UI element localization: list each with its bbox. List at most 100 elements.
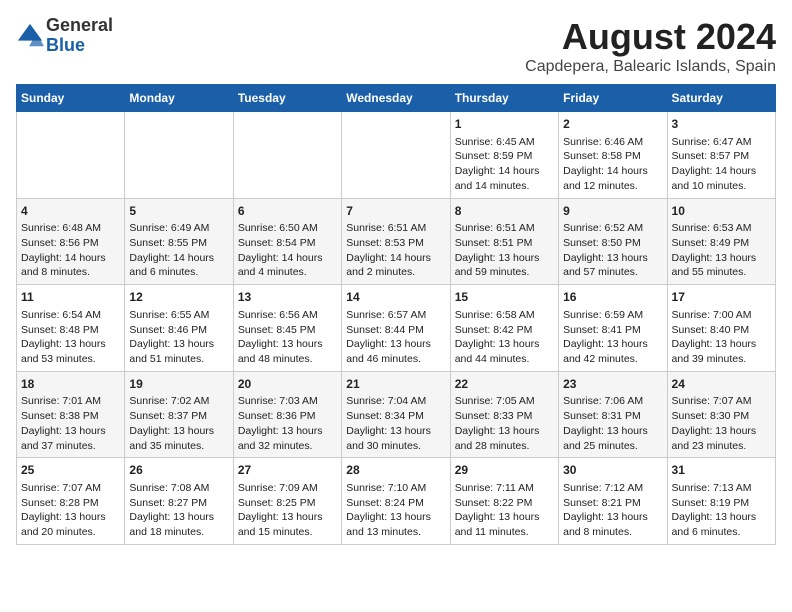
calendar-cell: 31Sunrise: 7:13 AMSunset: 8:19 PMDayligh…: [667, 458, 775, 545]
calendar-cell: 1Sunrise: 6:45 AMSunset: 8:59 PMDaylight…: [450, 112, 558, 199]
sunrise-text: Sunrise: 7:09 AM: [238, 481, 337, 496]
sunrise-text: Sunrise: 7:01 AM: [21, 394, 120, 409]
logo: General Blue: [16, 16, 113, 56]
daylight-text: Daylight: 13 hours and 55 minutes.: [672, 251, 771, 280]
daylight-text: Daylight: 13 hours and 42 minutes.: [563, 337, 662, 366]
day-number: 25: [21, 462, 120, 479]
daylight-text: Daylight: 13 hours and 11 minutes.: [455, 510, 554, 539]
logo-text: General Blue: [46, 16, 113, 56]
day-number: 26: [129, 462, 228, 479]
daylight-text: Daylight: 13 hours and 57 minutes.: [563, 251, 662, 280]
sunrise-text: Sunrise: 6:58 AM: [455, 308, 554, 323]
sunset-text: Sunset: 8:51 PM: [455, 236, 554, 251]
day-number: 16: [563, 289, 662, 306]
daylight-text: Daylight: 13 hours and 51 minutes.: [129, 337, 228, 366]
calendar-cell: [125, 112, 233, 199]
logo-icon: [16, 22, 44, 50]
calendar-cell: 6Sunrise: 6:50 AMSunset: 8:54 PMDaylight…: [233, 198, 341, 285]
sunset-text: Sunset: 8:38 PM: [21, 409, 120, 424]
day-number: 12: [129, 289, 228, 306]
sunrise-text: Sunrise: 7:13 AM: [672, 481, 771, 496]
calendar-cell: 2Sunrise: 6:46 AMSunset: 8:58 PMDaylight…: [559, 112, 667, 199]
daylight-text: Daylight: 13 hours and 20 minutes.: [21, 510, 120, 539]
calendar-cell: 29Sunrise: 7:11 AMSunset: 8:22 PMDayligh…: [450, 458, 558, 545]
daylight-text: Daylight: 13 hours and 8 minutes.: [563, 510, 662, 539]
sunrise-text: Sunrise: 6:45 AM: [455, 135, 554, 150]
sunset-text: Sunset: 8:58 PM: [563, 149, 662, 164]
sunrise-text: Sunrise: 6:56 AM: [238, 308, 337, 323]
day-number: 31: [672, 462, 771, 479]
sunset-text: Sunset: 8:33 PM: [455, 409, 554, 424]
day-number: 1: [455, 116, 554, 133]
daylight-text: Daylight: 13 hours and 23 minutes.: [672, 424, 771, 453]
page-title: August 2024: [525, 16, 776, 58]
calendar-cell: 3Sunrise: 6:47 AMSunset: 8:57 PMDaylight…: [667, 112, 775, 199]
calendar-cell: 20Sunrise: 7:03 AMSunset: 8:36 PMDayligh…: [233, 371, 341, 458]
daylight-text: Daylight: 14 hours and 8 minutes.: [21, 251, 120, 280]
sunset-text: Sunset: 8:45 PM: [238, 323, 337, 338]
calendar-cell: 10Sunrise: 6:53 AMSunset: 8:49 PMDayligh…: [667, 198, 775, 285]
calendar-cell: 15Sunrise: 6:58 AMSunset: 8:42 PMDayligh…: [450, 285, 558, 372]
sunrise-text: Sunrise: 7:05 AM: [455, 394, 554, 409]
calendar-cell: 4Sunrise: 6:48 AMSunset: 8:56 PMDaylight…: [17, 198, 125, 285]
calendar-week-4: 18Sunrise: 7:01 AMSunset: 8:38 PM Dayligh…: [17, 371, 776, 458]
daylight-text: Daylight: 13 hours and 48 minutes.: [238, 337, 337, 366]
day-number: 13: [238, 289, 337, 306]
daylight-text: Daylight: 13 hours and 6 minutes.: [672, 510, 771, 539]
day-number: 18: [21, 376, 120, 393]
calendar-cell: [342, 112, 450, 199]
day-number: 21: [346, 376, 445, 393]
day-number: 9: [563, 203, 662, 220]
header-monday: Monday: [125, 85, 233, 112]
calendar-cell: 27Sunrise: 7:09 AMSunset: 8:25 PMDayligh…: [233, 458, 341, 545]
sunset-text: Sunset: 8:27 PM: [129, 496, 228, 511]
page-subtitle: Capdepera, Balearic Islands, Spain: [525, 58, 776, 76]
calendar-week-3: 11Sunrise: 6:54 AMSunset: 8:48 PMDayligh…: [17, 285, 776, 372]
daylight-text: Daylight: 14 hours and 4 minutes.: [238, 251, 337, 280]
daylight-text: Daylight: 13 hours and 46 minutes.: [346, 337, 445, 366]
sunset-text: Sunset: 8:40 PM: [672, 323, 771, 338]
calendar-cell: 28Sunrise: 7:10 AMSunset: 8:24 PMDayligh…: [342, 458, 450, 545]
sunrise-text: Sunrise: 6:47 AM: [672, 135, 771, 150]
sunrise-text: Sunrise: 6:57 AM: [346, 308, 445, 323]
calendar-week-2: 4Sunrise: 6:48 AMSunset: 8:56 PMDaylight…: [17, 198, 776, 285]
header-saturday: Saturday: [667, 85, 775, 112]
day-number: 22: [455, 376, 554, 393]
daylight-text: Daylight: 13 hours and 53 minutes.: [21, 337, 120, 366]
calendar-cell: 5Sunrise: 6:49 AMSunset: 8:55 PMDaylight…: [125, 198, 233, 285]
daylight-text: Daylight: 13 hours and 39 minutes.: [672, 337, 771, 366]
sunset-text: Sunset: 8:28 PM: [21, 496, 120, 511]
sunset-text: Sunset: 8:34 PM: [346, 409, 445, 424]
sunset-text: Sunset: 8:56 PM: [21, 236, 120, 251]
daylight-text: Daylight: 13 hours and 25 minutes.: [563, 424, 662, 453]
sunset-text: Sunset: 8:31 PM: [563, 409, 662, 424]
daylight-text: Daylight: 13 hours and 59 minutes.: [455, 251, 554, 280]
sunset-text: Sunset: 8:30 PM: [672, 409, 771, 424]
calendar-cell: 9Sunrise: 6:52 AMSunset: 8:50 PMDaylight…: [559, 198, 667, 285]
header-sunday: Sunday: [17, 85, 125, 112]
calendar-cell: 14Sunrise: 6:57 AMSunset: 8:44 PMDayligh…: [342, 285, 450, 372]
day-number: 4: [21, 203, 120, 220]
calendar-cell: 12Sunrise: 6:55 AMSunset: 8:46 PMDayligh…: [125, 285, 233, 372]
sunrise-text: Sunrise: 7:11 AM: [455, 481, 554, 496]
calendar-cell: [233, 112, 341, 199]
sunset-text: Sunset: 8:54 PM: [238, 236, 337, 251]
sunrise-text: Sunrise: 6:55 AM: [129, 308, 228, 323]
page-header: General Blue August 2024 Capdepera, Bale…: [16, 16, 776, 76]
day-number: 15: [455, 289, 554, 306]
daylight-text: Daylight: 14 hours and 6 minutes.: [129, 251, 228, 280]
day-number: 5: [129, 203, 228, 220]
sunset-text: Sunset: 8:36 PM: [238, 409, 337, 424]
sunrise-text: Sunrise: 6:51 AM: [346, 221, 445, 236]
day-number: 8: [455, 203, 554, 220]
daylight-text: Daylight: 13 hours and 18 minutes.: [129, 510, 228, 539]
sunrise-text: Sunrise: 7:07 AM: [21, 481, 120, 496]
calendar-cell: 23Sunrise: 7:06 AMSunset: 8:31 PMDayligh…: [559, 371, 667, 458]
sunrise-text: Sunrise: 6:50 AM: [238, 221, 337, 236]
day-number: 7: [346, 203, 445, 220]
sunrise-text: Sunrise: 6:46 AM: [563, 135, 662, 150]
day-number: 29: [455, 462, 554, 479]
daylight-text: Daylight: 13 hours and 35 minutes.: [129, 424, 228, 453]
daylight-text: Daylight: 13 hours and 30 minutes.: [346, 424, 445, 453]
day-number: 3: [672, 116, 771, 133]
